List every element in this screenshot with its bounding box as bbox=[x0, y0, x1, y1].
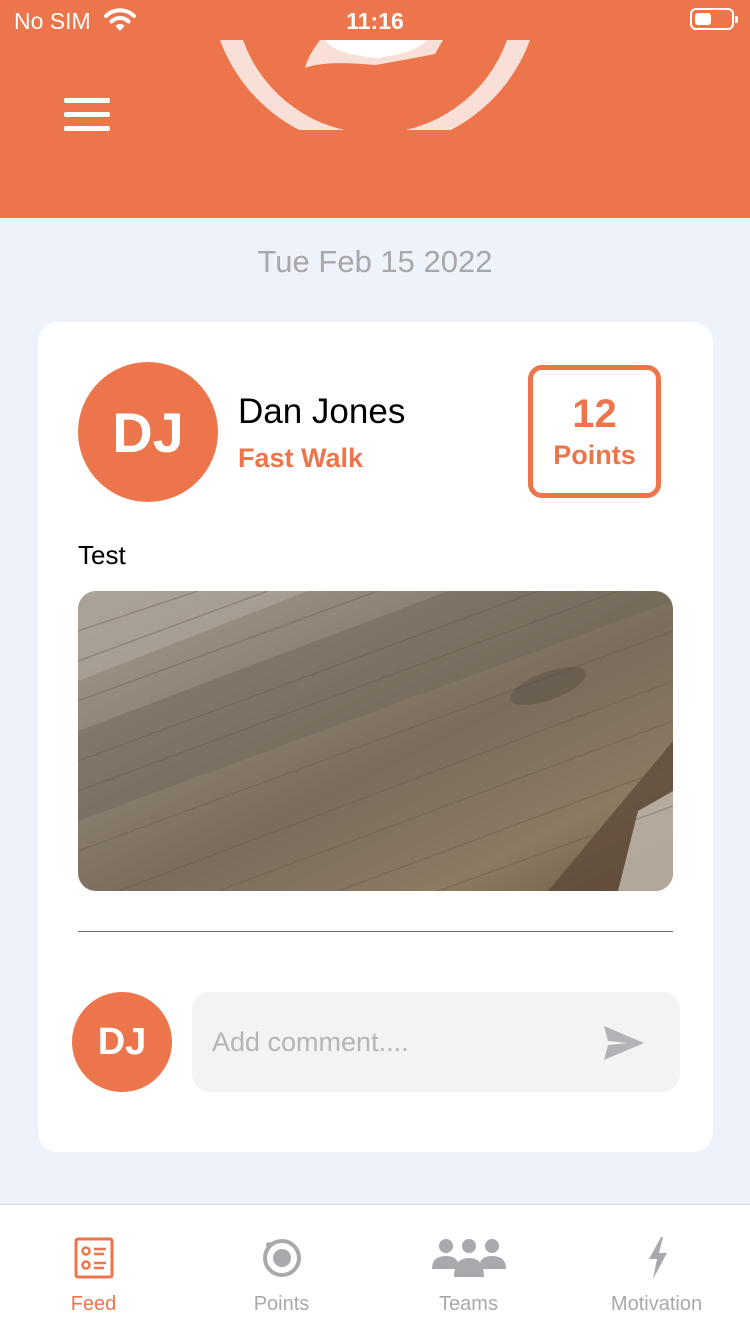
tab-label-motivation: Motivation bbox=[610, 1293, 703, 1315]
post-image[interactable] bbox=[78, 591, 673, 891]
post-text: Test bbox=[78, 540, 126, 570]
wooden-surface-photo bbox=[78, 591, 673, 891]
comment-avatar: DJ bbox=[72, 992, 172, 1092]
feed-list-icon bbox=[74, 1237, 113, 1279]
avatar[interactable]: DJ bbox=[78, 362, 218, 502]
app-logo bbox=[220, 40, 530, 130]
tab-label-points: Points bbox=[253, 1293, 310, 1315]
comment-input[interactable] bbox=[212, 1020, 592, 1064]
tab-label-feed: Feed bbox=[70, 1293, 117, 1315]
status-bar: No SIM 11:16 bbox=[0, 0, 750, 40]
tab-teams[interactable]: Teams bbox=[375, 1205, 562, 1334]
points-target-icon bbox=[262, 1239, 301, 1277]
battery-icon bbox=[690, 8, 738, 30]
hamburger-menu-icon bbox=[64, 98, 110, 103]
app-header: No SIM 11:16 bbox=[0, 0, 750, 218]
comment-box bbox=[192, 992, 680, 1092]
points-unit: Points bbox=[553, 440, 636, 470]
lightning-bolt-icon bbox=[648, 1237, 667, 1279]
tab-label-teams: Teams bbox=[439, 1293, 498, 1315]
post-card: DJ Dan Jones Fast Walk 12 Points Test DJ… bbox=[38, 322, 713, 1152]
tab-motivation[interactable]: Motivation bbox=[563, 1205, 750, 1334]
status-time: 11:16 bbox=[346, 8, 404, 34]
points-value: 12 bbox=[572, 392, 617, 436]
send-icon[interactable] bbox=[602, 1024, 646, 1062]
divider bbox=[78, 931, 673, 932]
tab-feed[interactable]: Feed bbox=[0, 1205, 187, 1334]
tab-points[interactable]: Points bbox=[188, 1205, 375, 1334]
feed-date: Tue Feb 15 2022 bbox=[257, 244, 493, 279]
teams-people-icon bbox=[431, 1239, 506, 1277]
post-activity: Fast Walk bbox=[238, 443, 364, 473]
tab-bar: Feed Points Teams Motivation bbox=[0, 1204, 750, 1334]
post-user-name: Dan Jones bbox=[238, 392, 406, 431]
points-badge: 12 Points bbox=[528, 365, 661, 498]
menu-button[interactable] bbox=[64, 98, 110, 134]
